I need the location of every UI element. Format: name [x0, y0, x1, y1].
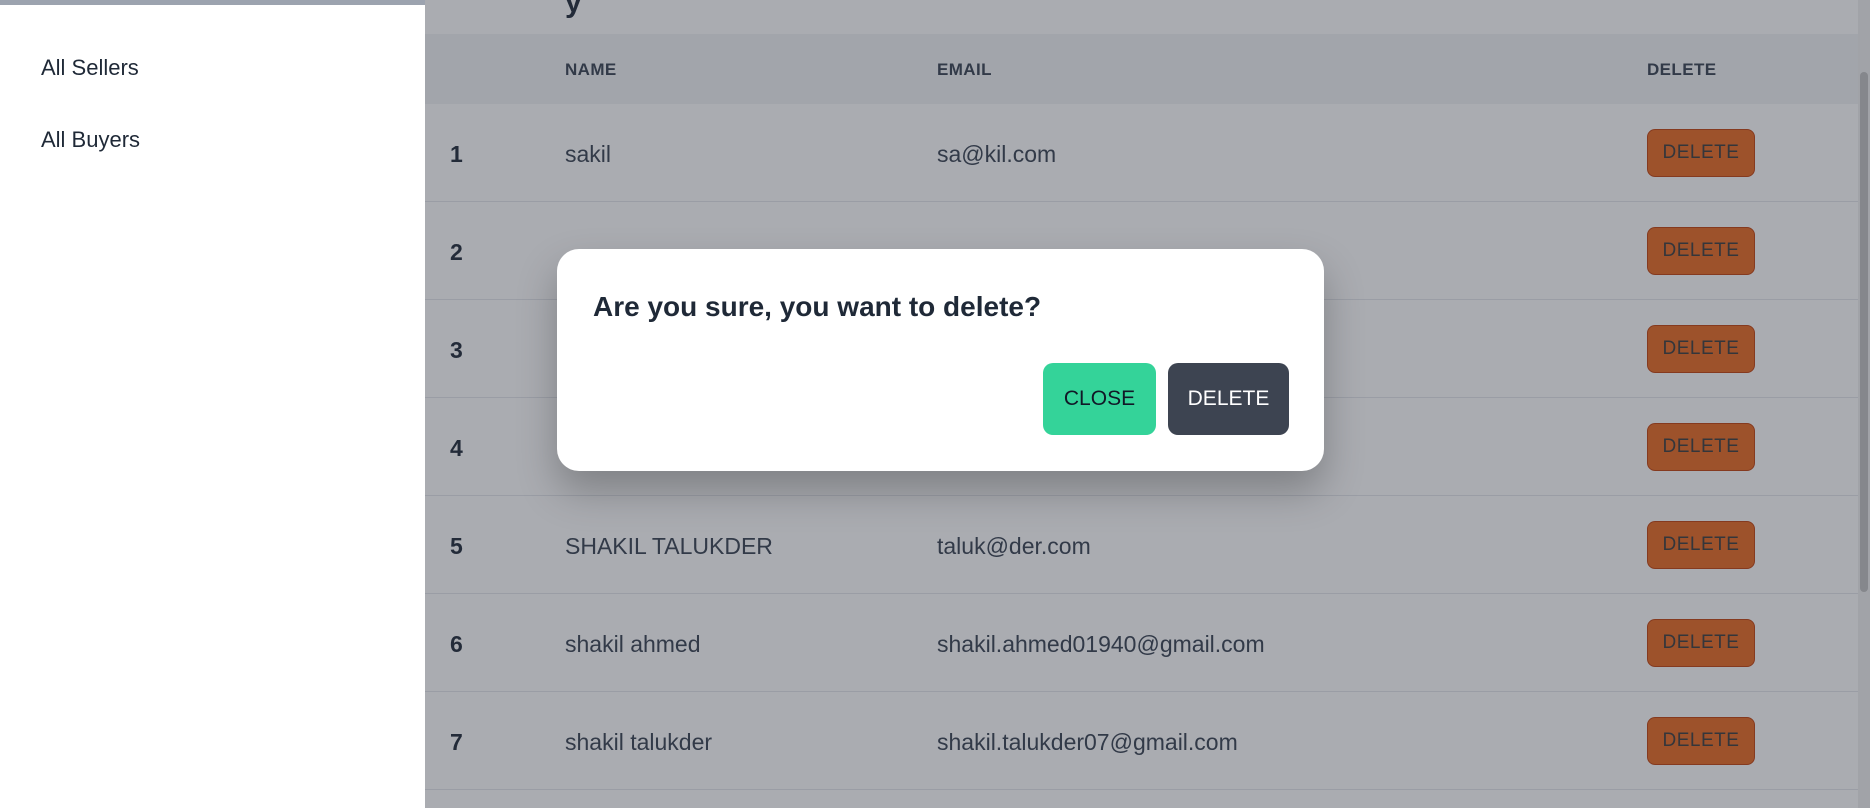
- confirm-delete-button[interactable]: DELETE: [1168, 363, 1289, 435]
- sidebar-item-all-buyers[interactable]: All Buyers: [41, 127, 140, 153]
- close-button[interactable]: CLOSE: [1043, 363, 1156, 435]
- sidebar-item-all-sellers[interactable]: All Sellers: [41, 55, 139, 81]
- modal-title: Are you sure, you want to delete?: [593, 291, 1042, 322]
- confirm-delete-modal: Are you sure, you want to delete? CLOSE …: [557, 249, 1324, 471]
- sidebar: All Sellers All Buyers: [0, 5, 425, 808]
